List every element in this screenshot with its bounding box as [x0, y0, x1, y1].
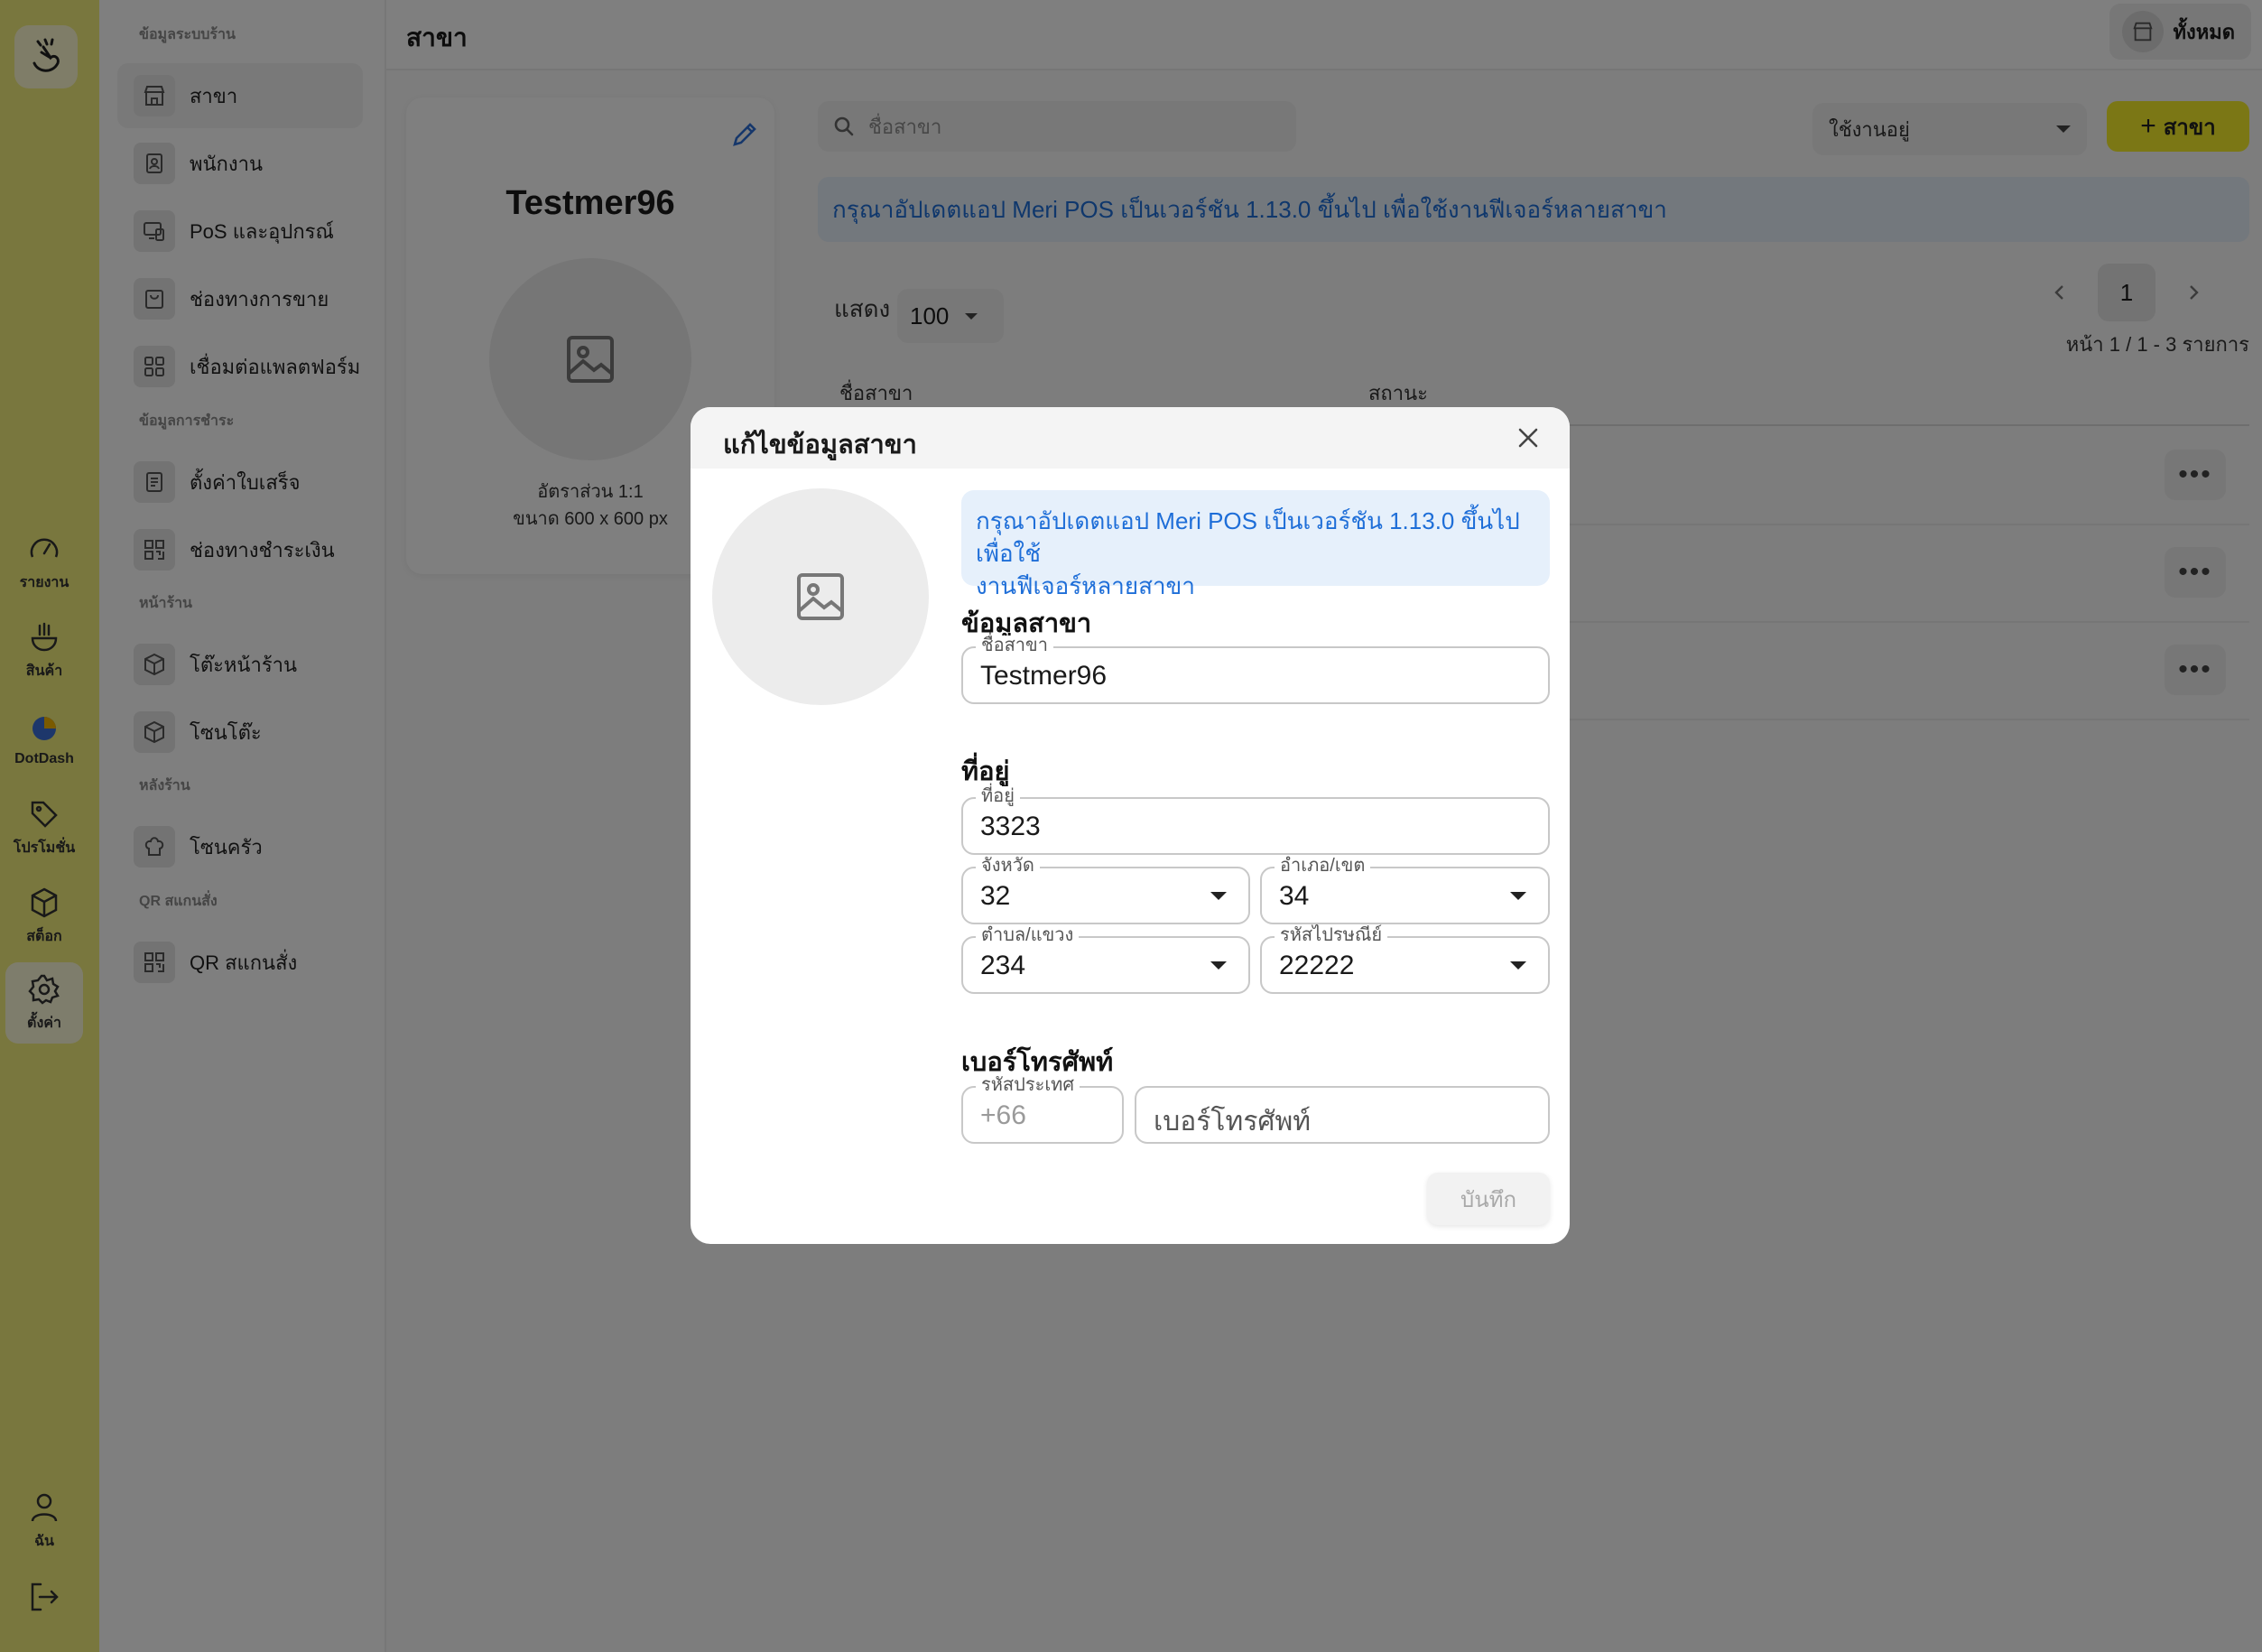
phone-placeholder: เบอร์โทรศัพท์ [1154, 1107, 1312, 1137]
field-label: ตำบล/แขวง [976, 925, 1080, 945]
field-label: อำเภอ/เขต [1275, 856, 1371, 876]
field-value: +66 [980, 1100, 1026, 1130]
postal-code-select[interactable]: รหัสไปรษณีย์ 22222 [1260, 925, 1550, 994]
dialog-update-notice: กรุณาอัปเดตแอป Meri POS เป็นเวอร์ชัน 1.1… [961, 490, 1550, 599]
caret-down-icon [1210, 892, 1227, 900]
page: รายงาน สินค้า DotDash โปรโมชั่น สต็อก ตั… [0, 0, 2262, 1652]
field-label: รหัสประเทศ [976, 1075, 1080, 1095]
field-value: 22222 [1279, 951, 1355, 980]
field-value: 234 [980, 951, 1026, 980]
image-placeholder-icon [797, 573, 844, 620]
field-value: 34 [1279, 881, 1310, 911]
caret-down-icon [1210, 961, 1227, 970]
field-label: ชื่อสาขา [976, 636, 1053, 655]
country-code-field[interactable]: รหัสประเทศ +66 [961, 1075, 1124, 1144]
field-label: ที่อยู่ [976, 786, 1020, 806]
dialog-title: แก้ไขข้อมูลสาขา [723, 431, 917, 459]
caret-down-icon [1510, 892, 1526, 900]
save-button[interactable]: บันทึก [1427, 1173, 1550, 1225]
address-field[interactable]: ที่อยู่ 3323 [961, 786, 1550, 855]
field-label: รหัสไปรษณีย์ [1275, 925, 1388, 945]
province-select[interactable]: จังหวัด 32 [961, 856, 1250, 924]
caret-down-icon [1510, 961, 1526, 970]
edit-branch-dialog: แก้ไขข้อมูลสาขา กรุณาอัปเดตแอป Meri POS … [691, 407, 1570, 1244]
dialog-header: แก้ไขข้อมูลสาขา [691, 407, 1570, 469]
phone-field[interactable]: เบอร์โทรศัพท์ [1135, 1086, 1550, 1144]
branch-name-field[interactable]: ชื่อสาขา Testmer96 [961, 636, 1550, 704]
close-icon[interactable] [1514, 423, 1543, 452]
field-label: จังหวัด [976, 856, 1040, 876]
district-select[interactable]: อำเภอ/เขต 34 [1260, 856, 1550, 924]
branch-image-upload[interactable] [712, 488, 929, 705]
field-value: Testmer96 [980, 661, 1108, 691]
notice-line: งานฟีเจอร์หลายสาขา [976, 572, 1195, 599]
notice-line: กรุณาอัปเดตแอป Meri POS เป็นเวอร์ชัน 1.1… [976, 507, 1520, 567]
field-value: 3323 [980, 812, 1041, 841]
field-value: 32 [980, 881, 1011, 911]
subdistrict-select[interactable]: ตำบล/แขวง 234 [961, 925, 1250, 994]
